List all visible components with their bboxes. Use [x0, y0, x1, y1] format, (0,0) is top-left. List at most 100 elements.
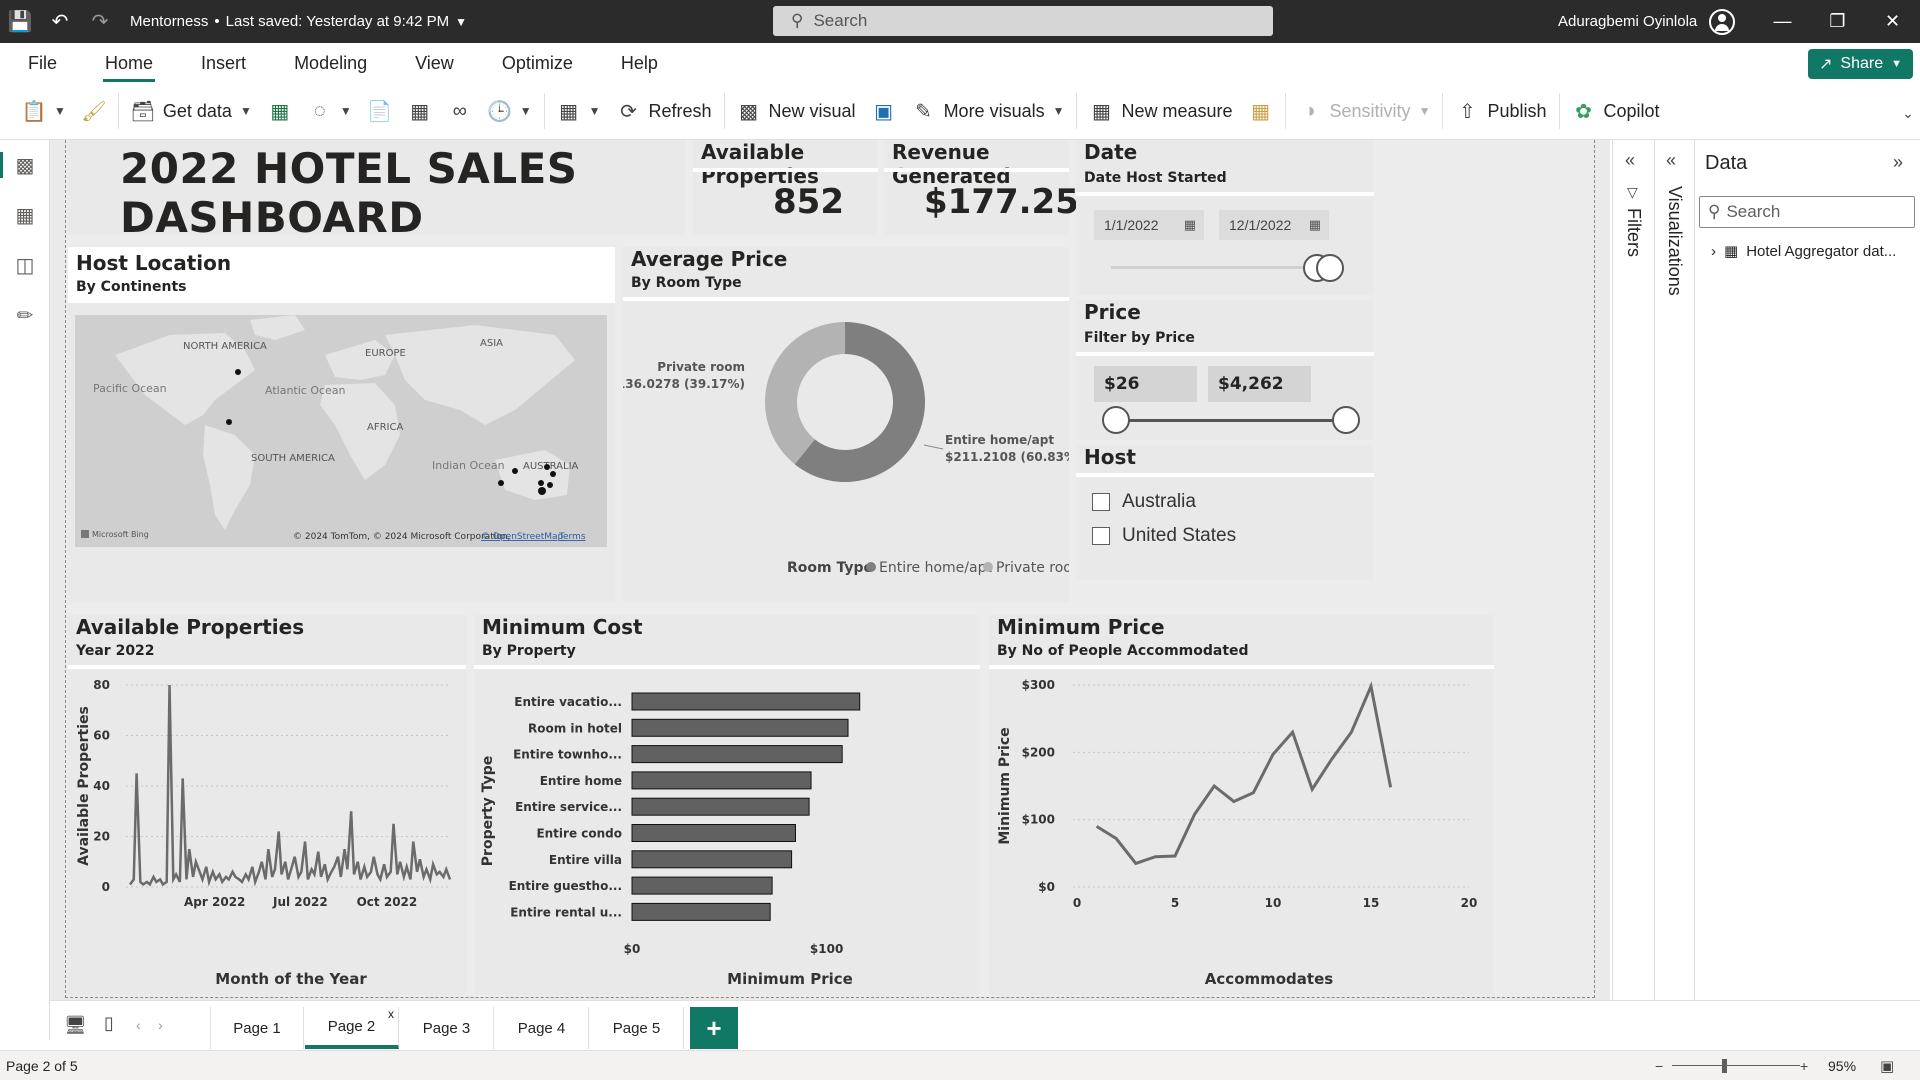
undo-icon[interactable]: ↶ — [40, 0, 80, 43]
minimum-cost-chart[interactable]: Property Type Minimum Price Entire vacat… — [474, 671, 980, 993]
zoom-out-icon[interactable]: − — [1655, 1058, 1663, 1074]
checkbox[interactable] — [1092, 493, 1110, 511]
bar[interactable] — [631, 876, 773, 895]
new-visual-button[interactable]: ▩ New visual — [729, 91, 864, 131]
report-view-icon[interactable]: ▩ — [0, 140, 50, 190]
global-search[interactable]: ⚲ Search — [773, 6, 1273, 36]
save-icon[interactable]: 💾 — [0, 0, 40, 43]
recent-sources-button[interactable]: 🕒 ▼ — [480, 91, 540, 131]
fit-to-page-icon[interactable]: ▣ — [1880, 1057, 1894, 1075]
chevron-right-icon[interactable]: › — [1711, 243, 1716, 260]
minimum-price-chart[interactable]: Minimum Price Accommodates $300 $200 $100 $… — [989, 671, 1494, 993]
host-location-point[interactable] — [226, 419, 232, 425]
refresh-button[interactable]: ⟳ Refresh — [609, 91, 720, 131]
bar[interactable] — [631, 771, 812, 790]
host-location-point[interactable] — [498, 480, 504, 486]
host-slicer[interactable]: Host Australia United States — [1076, 445, 1374, 580]
collapse-ribbon-button[interactable]: ⌄ — [1888, 93, 1920, 133]
table-view-icon[interactable]: ▦ — [0, 190, 50, 240]
share-button[interactable]: ↗ Share ▼ — [1808, 49, 1913, 79]
expand-filters-icon[interactable]: « — [1625, 150, 1635, 171]
visualizations-label[interactable]: Visualizations — [1664, 186, 1685, 296]
date-handle-end[interactable] — [1316, 254, 1344, 282]
zoom-slider-thumb[interactable] — [1722, 1059, 1727, 1073]
price-max-input[interactable]: $4,262 — [1208, 366, 1311, 402]
available-properties-chart[interactable]: Available Properties Month of the Year 8… — [68, 671, 466, 993]
data-table-item[interactable]: › ▦ Hotel Aggregator dat... — [1711, 242, 1896, 261]
menu-insert[interactable]: Insert — [195, 45, 252, 82]
dataflows-button[interactable]: ∞ — [440, 91, 480, 131]
menu-home[interactable]: Home — [99, 45, 159, 82]
new-measure-button[interactable]: ▦ New measure — [1081, 91, 1240, 131]
dax-query-icon[interactable]: ✏ — [0, 290, 50, 340]
document-title[interactable]: Mentorness • Last saved: Yesterday at 9:… — [130, 13, 467, 30]
visualizations-pane[interactable]: « Visualizations — [1654, 140, 1694, 1000]
map-osm-link[interactable]: © OpenStreetMap — [481, 532, 564, 542]
next-page-icon[interactable]: › — [158, 1017, 163, 1033]
date-to-input[interactable]: 12/1/2022 ▦ — [1219, 210, 1329, 240]
mobile-layout-icon[interactable]: ▯ — [104, 1013, 114, 1034]
publish-button[interactable]: ⇧ Publish — [1447, 91, 1554, 131]
minimize-icon[interactable]: — — [1755, 0, 1810, 43]
sensitivity-button[interactable]: ◑ Sensitivity ▼ — [1290, 91, 1439, 131]
text-box-button[interactable]: ▣ — [864, 91, 904, 131]
kpi-available-card[interactable]: Available Properties 852 — [693, 140, 878, 235]
date-from-input[interactable]: 1/1/2022 ▦ — [1094, 210, 1204, 240]
menu-modeling[interactable]: Modeling — [288, 45, 373, 82]
host-location-point[interactable] — [547, 482, 553, 488]
host-location-point[interactable] — [512, 468, 518, 474]
bar[interactable] — [631, 718, 849, 737]
page-tab[interactable]: Page 5 — [590, 1007, 684, 1049]
expand-visualizations-icon[interactable]: « — [1666, 150, 1676, 171]
available-properties-visual[interactable]: Available Properties Year 2022 Available… — [68, 615, 466, 995]
map-visual[interactable]: Host Location By Continents NORTH AMERIC… — [68, 247, 615, 602]
minimum-price-visual[interactable]: Minimum Price By No of People Accommodat… — [989, 615, 1494, 995]
minimum-cost-visual[interactable]: Minimum Cost By Property Property Type M… — [474, 615, 980, 995]
close-page-icon[interactable]: x — [388, 1007, 394, 1021]
price-handle-min[interactable] — [1102, 406, 1130, 434]
menu-view[interactable]: View — [409, 45, 460, 82]
map-canvas[interactable]: NORTH AMERICA EUROPE ASIA Pacific Ocean … — [75, 315, 607, 547]
minimum-price-line[interactable] — [1095, 681, 1393, 866]
data-search-input[interactable]: ⚲ Search — [1699, 196, 1915, 228]
format-painter-button[interactable]: 🖌 — [74, 91, 114, 131]
paste-button[interactable]: 📋 ▼ — [14, 91, 74, 131]
legend-item[interactable]: Private room — [996, 560, 1069, 576]
host-location-point[interactable] — [544, 464, 550, 470]
bar[interactable] — [631, 745, 843, 764]
filters-pane[interactable]: « ▽ Filters — [1612, 140, 1654, 1000]
menu-help[interactable]: Help — [615, 45, 664, 82]
bar[interactable] — [631, 902, 771, 921]
redo-icon[interactable]: ↷ — [80, 0, 120, 43]
close-icon[interactable]: ✕ — [1865, 0, 1920, 43]
price-min-input[interactable]: $26 — [1094, 366, 1197, 402]
zoom-slider-track[interactable] — [1672, 1065, 1800, 1066]
add-page-button[interactable]: + — [690, 1007, 738, 1049]
price-handle-max[interactable] — [1332, 406, 1360, 434]
menu-file[interactable]: File — [22, 45, 63, 82]
model-view-icon[interactable]: ◫ — [0, 240, 50, 290]
dataverse-button[interactable]: 📄 — [360, 91, 400, 131]
filters-label[interactable]: Filters — [1623, 208, 1644, 257]
donut-slice[interactable] — [765, 322, 845, 465]
copilot-button[interactable]: ✿ Copilot — [1564, 91, 1668, 131]
account-area[interactable]: Aduragbemi Oyinlola — [1558, 0, 1736, 43]
host-location-point[interactable] — [550, 471, 556, 477]
page-tab-active[interactable]: Page 2 x — [305, 1007, 399, 1049]
zoom-in-icon[interactable]: + — [1800, 1058, 1808, 1074]
restore-icon[interactable]: ❐ — [1810, 0, 1865, 43]
more-visuals-button[interactable]: ✎ More visuals ▼ — [904, 91, 1073, 131]
price-slicer[interactable]: Price Filter by Price $26 $4,262 — [1076, 300, 1374, 440]
collapse-pane-icon[interactable]: » — [1893, 152, 1903, 173]
bar[interactable] — [631, 850, 793, 869]
get-data-button[interactable]: 🗃 Get data ▼ — [123, 91, 260, 131]
enter-data-button[interactable]: ▦ — [400, 91, 440, 131]
map-terms-link[interactable]: Terms — [558, 532, 586, 542]
available-properties-line[interactable] — [128, 684, 452, 887]
host-option-australia[interactable]: Australia — [1092, 491, 1196, 513]
calendar-icon[interactable]: ▦ — [1184, 217, 1196, 233]
donut-chart[interactable]: Private room $136.0278 (39.17%) Entire h… — [623, 302, 1069, 592]
onelake-button[interactable]: ◌ ▼ — [300, 91, 360, 131]
avatar[interactable] — [1709, 8, 1736, 35]
host-location-point[interactable] — [538, 480, 544, 486]
